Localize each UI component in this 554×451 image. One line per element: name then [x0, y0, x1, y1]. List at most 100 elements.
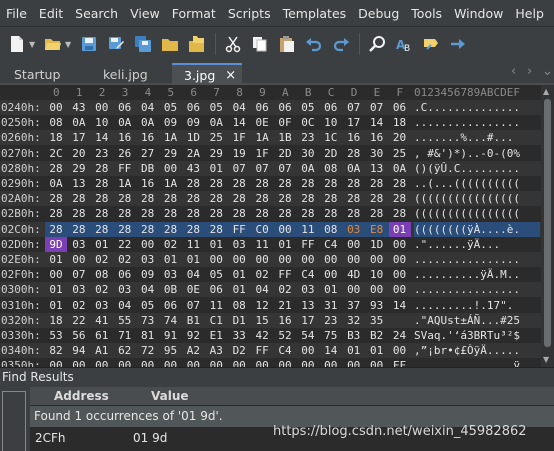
- close-icon[interactable]: ×: [225, 68, 236, 83]
- hex-byte[interactable]: 31: [320, 298, 342, 313]
- hex-byte[interactable]: 02: [91, 282, 113, 297]
- hex-byte[interactable]: D1: [228, 313, 250, 328]
- row-ascii[interactable]: .......%...#...: [414, 130, 540, 145]
- hex-byte[interactable]: 00: [389, 282, 411, 297]
- hex-byte[interactable]: 00: [137, 237, 159, 252]
- hex-byte[interactable]: 08: [45, 115, 67, 130]
- row-ascii[interactable]: ..(...((((((((((: [414, 176, 540, 191]
- hex-row[interactable]: 0320h: 18 22 41 55 73 74 B1 C1 D1 15 16 17 23 32 35 ."AQ…: [0, 312, 554, 328]
- hex-byte[interactable]: FF: [114, 161, 136, 176]
- hex-byte[interactable]: 28: [389, 176, 411, 191]
- hex-byte[interactable]: 03: [297, 282, 319, 297]
- hex-byte[interactable]: 0A: [137, 115, 159, 130]
- hex-byte[interactable]: 09: [137, 267, 159, 282]
- hex-byte[interactable]: 0A: [205, 115, 227, 130]
- hex-byte[interactable]: 00: [68, 252, 90, 267]
- hex-byte[interactable]: 91: [160, 328, 182, 343]
- chevron-left-icon[interactable]: ‹: [511, 64, 516, 79]
- hex-byte[interactable]: 00: [320, 267, 342, 282]
- row-ascii[interactable]: ..........ÿÄ.M..: [414, 267, 540, 282]
- hex-byte[interactable]: 28: [91, 161, 113, 176]
- hex-byte[interactable]: 30: [297, 146, 319, 161]
- hex-byte[interactable]: 74: [160, 313, 182, 328]
- row-ascii[interactable]: ()(ÿÛ.C.........: [414, 161, 540, 176]
- undo-icon[interactable]: [303, 33, 325, 55]
- hex-byte[interactable]: 02: [114, 252, 136, 267]
- hex-byte[interactable]: 28: [343, 191, 365, 206]
- new-file-icon[interactable]: [6, 33, 28, 55]
- hex-byte[interactable]: 14: [228, 115, 250, 130]
- hex-byte[interactable]: 28: [251, 176, 273, 191]
- hex-byte[interactable]: FF: [251, 343, 273, 358]
- hex-byte[interactable]: 52: [274, 328, 296, 343]
- hex-byte[interactable]: A3: [205, 343, 227, 358]
- hex-byte[interactable]: 28: [45, 191, 67, 206]
- menu-view[interactable]: View: [130, 6, 160, 21]
- hex-byte[interactable]: 14: [320, 343, 342, 358]
- hex-byte[interactable]: 23: [320, 313, 342, 328]
- hex-row[interactable]: 0280h: 28 29 28 FF DB 00 43 01 07 07 07 0A 08 0A 13 0A()…: [0, 160, 554, 176]
- hex-byte[interactable]: 03: [160, 267, 182, 282]
- hex-byte[interactable]: 06: [389, 100, 411, 115]
- row-ascii[interactable]: ."......ÿÄ...: [414, 237, 540, 252]
- hex-row[interactable]: 02F0h: 00 07 08 06 09 03 04 05 01 02 FF C4 00 4D 10 00..…: [0, 267, 554, 283]
- hex-byte[interactable]: 00: [205, 252, 227, 267]
- hex-byte[interactable]: 06: [320, 100, 342, 115]
- hex-byte[interactable]: 00: [343, 282, 365, 297]
- hex-byte[interactable]: 03: [137, 252, 159, 267]
- hex-byte[interactable]: 00: [160, 161, 182, 176]
- hex-byte[interactable]: DB: [137, 161, 159, 176]
- hex-byte[interactable]: 28: [68, 206, 90, 221]
- hex-byte[interactable]: 00: [297, 252, 319, 267]
- hex-byte[interactable]: 93: [366, 298, 388, 313]
- hex-byte[interactable]: 28: [91, 176, 113, 191]
- hex-byte[interactable]: 08: [228, 298, 250, 313]
- hex-byte[interactable]: 05: [297, 100, 319, 115]
- column-header-value[interactable]: Value: [151, 389, 189, 403]
- hex-byte[interactable]: 00: [91, 100, 113, 115]
- hex-byte[interactable]: 01: [388, 221, 411, 237]
- menu-file[interactable]: File: [6, 6, 27, 21]
- hex-byte[interactable]: 03: [68, 282, 90, 297]
- hex-byte[interactable]: 16: [274, 313, 296, 328]
- hex-byte[interactable]: 28: [274, 206, 296, 221]
- hex-byte[interactable]: 28: [91, 222, 113, 237]
- hex-byte[interactable]: 00: [389, 252, 411, 267]
- hex-byte[interactable]: 00: [228, 252, 250, 267]
- hex-byte[interactable]: 28: [137, 191, 159, 206]
- hex-byte[interactable]: 04: [228, 100, 250, 115]
- hex-byte[interactable]: 14: [389, 298, 411, 313]
- hex-byte[interactable]: 72: [137, 343, 159, 358]
- hex-row[interactable]: 0310h: 01 02 03 04 05 06 07 11 08 12 21 13 31 37 93 14..…: [0, 297, 554, 313]
- menu-window[interactable]: Window: [454, 6, 503, 21]
- hex-byte[interactable]: C1: [205, 313, 227, 328]
- hex-byte[interactable]: 10: [366, 267, 388, 282]
- column-header-address[interactable]: Address: [54, 389, 109, 403]
- hex-byte[interactable]: 01: [205, 161, 227, 176]
- hex-byte[interactable]: 00: [45, 100, 67, 115]
- hex-byte[interactable]: 01: [160, 252, 182, 267]
- hex-byte[interactable]: 04: [182, 267, 204, 282]
- hex-byte[interactable]: A2: [182, 343, 204, 358]
- hex-byte[interactable]: 1C: [320, 130, 342, 145]
- hex-byte[interactable]: 00: [389, 237, 411, 252]
- hex-byte[interactable]: 28: [160, 191, 182, 206]
- hex-byte[interactable]: 28: [114, 222, 136, 237]
- hex-byte[interactable]: 43: [68, 100, 90, 115]
- hex-byte[interactable]: 28: [320, 206, 342, 221]
- hex-byte[interactable]: 08: [320, 161, 342, 176]
- hex-byte[interactable]: C0: [251, 222, 273, 237]
- hex-byte[interactable]: 28: [182, 191, 204, 206]
- hex-byte[interactable]: 0E: [251, 115, 273, 130]
- hex-byte[interactable]: 15: [251, 313, 273, 328]
- hex-byte[interactable]: B3: [343, 328, 365, 343]
- hex-byte[interactable]: 35: [366, 313, 388, 328]
- open-folder-icon[interactable]: [42, 33, 64, 55]
- hex-byte[interactable]: 0A: [343, 161, 365, 176]
- hex-byte[interactable]: 53: [45, 328, 67, 343]
- hex-byte[interactable]: 04: [114, 298, 136, 313]
- hex-byte[interactable]: 05: [205, 267, 227, 282]
- hex-byte[interactable]: 00: [297, 343, 319, 358]
- hex-byte[interactable]: 1B: [274, 130, 296, 145]
- hex-byte[interactable]: 09: [182, 115, 204, 130]
